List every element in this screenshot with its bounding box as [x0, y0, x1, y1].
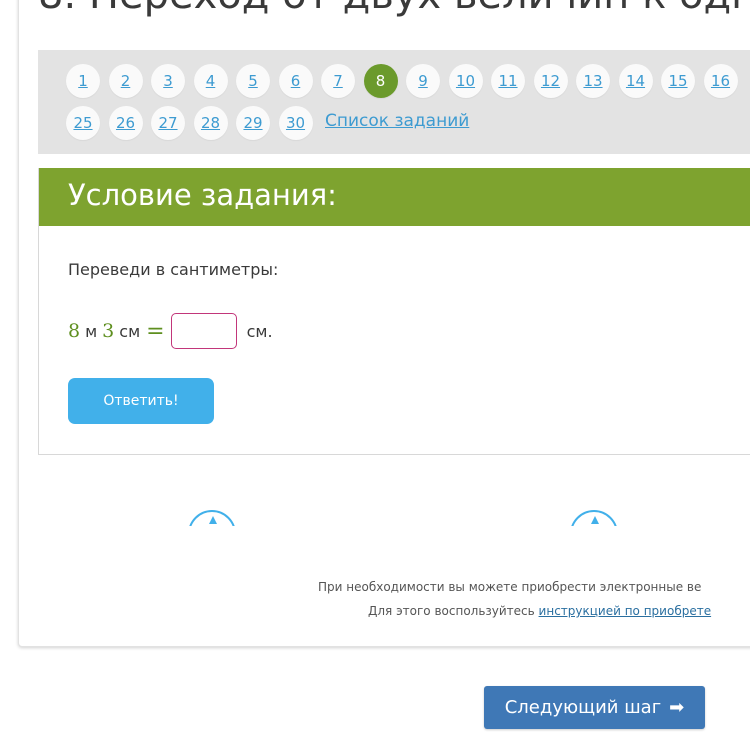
next-step-button[interactable]: Следующий шаг ➡ [484, 686, 705, 729]
meters-value: 8 [68, 320, 81, 342]
footer-info: При необходимости вы можете приобрести э… [18, 536, 750, 636]
result-unit: см. [246, 321, 273, 341]
footer-text-2-prefix: Для этого воспользуйтесь [368, 604, 539, 618]
submit-answer-button[interactable]: Ответить! [68, 378, 214, 424]
task-link-4[interactable]: 4 [193, 64, 228, 98]
task-link-5[interactable]: 5 [236, 64, 270, 98]
task-expression: 8 м 3 см = см. [68, 312, 273, 350]
purchase-instruction-link[interactable]: инструкцией по приобрете [539, 604, 712, 618]
task-link-16[interactable]: 16 [703, 64, 738, 98]
task-link-25[interactable]: 25 [66, 106, 100, 140]
task-link-13[interactable]: 13 [576, 64, 610, 98]
answer-input[interactable] [170, 313, 237, 349]
navigation-arrows [38, 500, 750, 526]
footer-text-2: Для этого воспользуйтесь инструкцией по … [368, 604, 711, 618]
condition-header: Условие задания: [39, 168, 750, 226]
task-link-27[interactable]: 27 [151, 106, 185, 140]
task-link-3[interactable]: 3 [151, 64, 185, 98]
footer-text-1: При необходимости вы можете приобрести э… [318, 580, 702, 594]
task-link-12[interactable]: 12 [533, 64, 568, 98]
task-link-8[interactable]: 8 [363, 64, 398, 98]
task-link-1[interactable]: 1 [66, 64, 100, 98]
task-list-link[interactable]: Список заданий [325, 111, 469, 131]
task-link-10[interactable]: 10 [448, 64, 483, 98]
task-link-7[interactable]: 7 [321, 64, 355, 98]
arrow-right-icon: ➡ [669, 697, 685, 718]
scroll-up-icon[interactable] [188, 510, 236, 526]
task-instruction: Переведи в сантиметры: [68, 260, 279, 279]
page-title: 8. Переход от двух величин к одно [38, 0, 750, 18]
task-condition-panel: Условие задания: Переведи в сантиметры: … [38, 168, 750, 455]
task-link-15[interactable]: 15 [661, 64, 695, 98]
task-link-30[interactable]: 30 [278, 106, 313, 140]
task-link-26[interactable]: 26 [108, 106, 143, 140]
task-link-2[interactable]: 2 [108, 64, 143, 98]
centimeters-unit: см [119, 321, 141, 341]
task-link-11[interactable]: 11 [491, 64, 525, 98]
equals-sign: = [146, 318, 165, 344]
meters-unit: м [85, 321, 98, 341]
task-link-6[interactable]: 6 [278, 64, 313, 98]
centimeters-value: 3 [102, 320, 115, 342]
task-link-9[interactable]: 9 [406, 64, 440, 98]
task-link-28[interactable]: 28 [193, 106, 228, 140]
task-navigation: 16 15 14 13 12 11 10 9 8 7 6 5 4 3 2 1 30 29 28 27 26 25 Спи… [38, 50, 750, 154]
condition-title: Условие задания: [68, 178, 337, 212]
next-step-label: Следующий шаг [504, 697, 662, 718]
task-link-14[interactable]: 14 [618, 64, 653, 98]
task-link-29[interactable]: 29 [236, 106, 270, 140]
info-icon[interactable] [570, 510, 618, 526]
